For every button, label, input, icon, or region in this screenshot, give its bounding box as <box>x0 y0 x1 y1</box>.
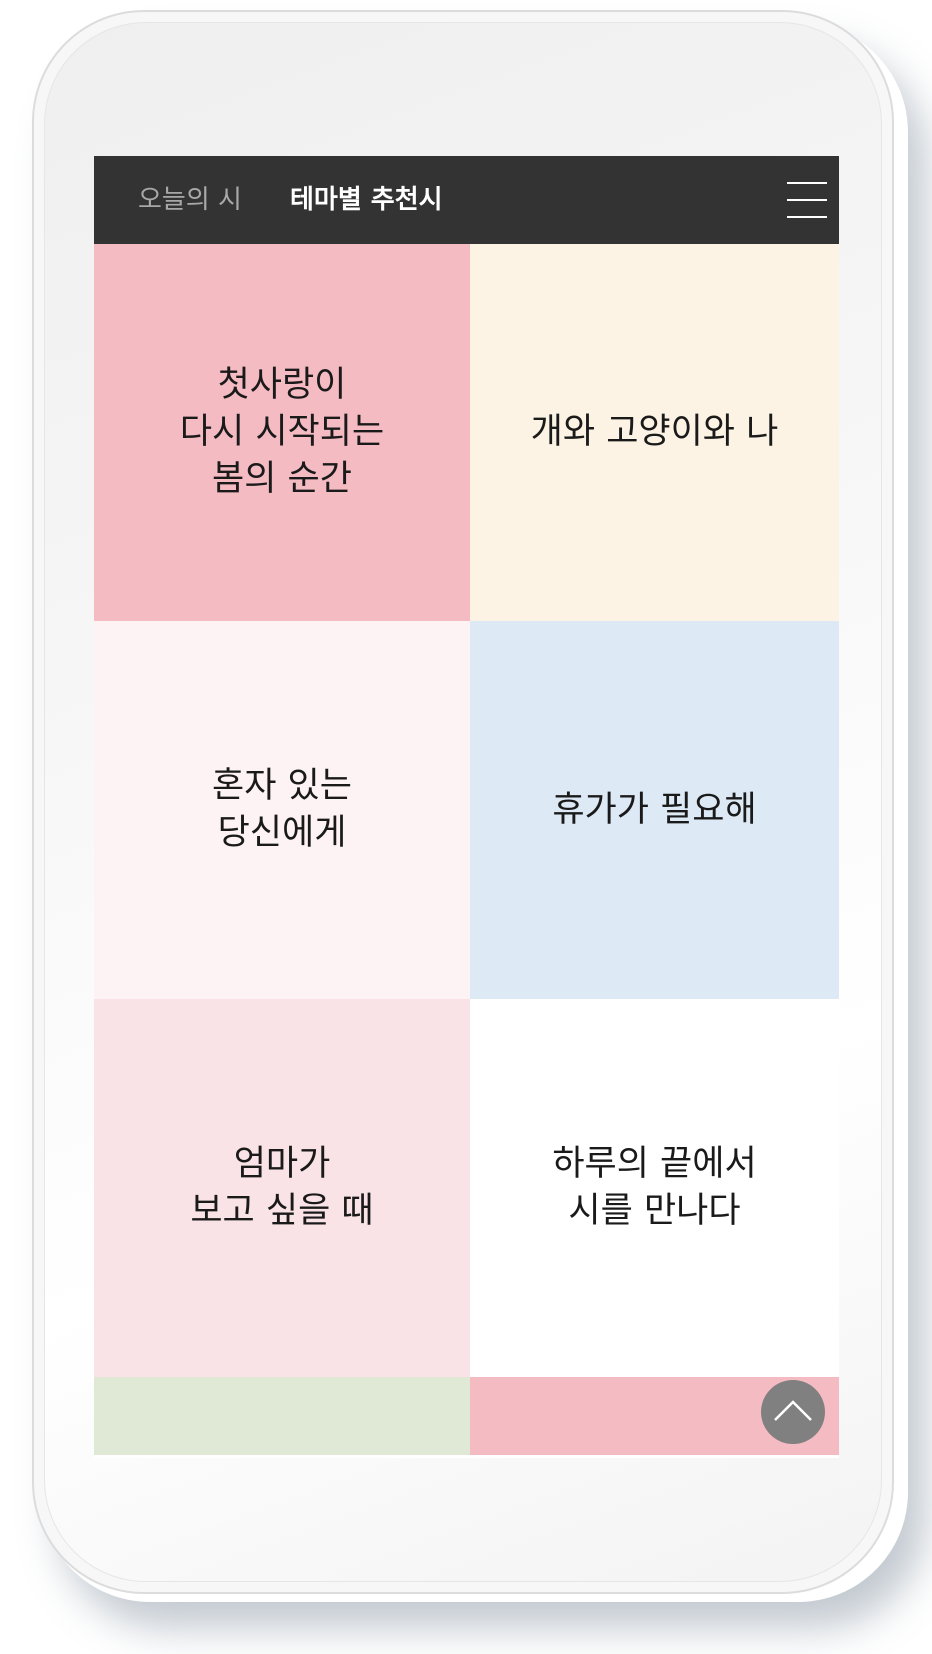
tab-today-poem[interactable]: 오늘의 시 <box>138 156 242 244</box>
theme-tile-first-love[interactable]: 첫사랑이 다시 시작되는 봄의 순간 <box>94 244 470 621</box>
theme-tile-partial-green[interactable] <box>94 1377 470 1455</box>
top-navbar: 오늘의 시 테마별 추천시 <box>94 156 839 244</box>
theme-tile-end-of-day[interactable]: 하루의 끝에서 시를 만나다 <box>470 999 839 1377</box>
theme-tile-label: 혼자 있는 당신에게 <box>212 766 352 853</box>
phone-screen: 오늘의 시 테마별 추천시 첫사랑이 다시 시작되는 봄의 순간 개와 고양이와… <box>94 156 839 1458</box>
theme-tile-label: 휴가가 필요해 <box>552 789 757 830</box>
page-stage: 오늘의 시 테마별 추천시 첫사랑이 다시 시작되는 봄의 순간 개와 고양이와… <box>0 0 932 1654</box>
theme-tile-dog-cat[interactable]: 개와 고양이와 나 <box>470 244 839 621</box>
theme-tile-label: 엄마가 보고 싶을 때 <box>190 1144 374 1231</box>
chevron-up-icon <box>774 1400 812 1421</box>
theme-tile-alone[interactable]: 혼자 있는 당신에게 <box>94 621 470 999</box>
theme-tile-label: 첫사랑이 다시 시작되는 봄의 순간 <box>179 365 385 499</box>
theme-tile-miss-mom[interactable]: 엄마가 보고 싶을 때 <box>94 999 470 1377</box>
theme-tile-label: 개와 고양이와 나 <box>530 412 779 452</box>
scroll-to-top-button[interactable] <box>761 1380 825 1444</box>
hamburger-menu-icon[interactable] <box>787 182 827 218</box>
theme-tile-label: 하루의 끝에서 시를 만나다 <box>552 1144 757 1231</box>
tab-theme-poems[interactable]: 테마별 추천시 <box>290 156 443 244</box>
theme-tile-vacation[interactable]: 휴가가 필요해 <box>470 621 839 999</box>
